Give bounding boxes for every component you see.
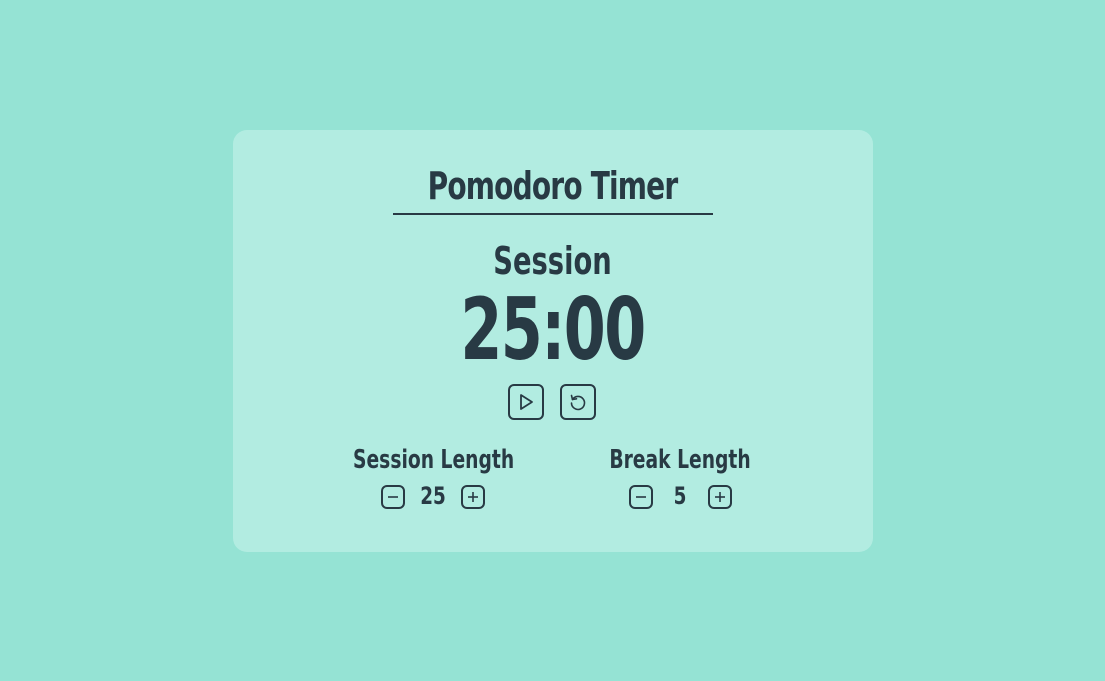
- reset-icon: [568, 392, 588, 412]
- session-decrement-button[interactable]: [381, 485, 405, 509]
- break-increment-button[interactable]: [708, 485, 732, 509]
- minus-icon: [634, 490, 648, 504]
- break-length-value: 5: [673, 482, 687, 510]
- title-underline: [393, 213, 713, 215]
- session-length-value: 25: [420, 482, 446, 510]
- app-title: Pomodoro Timer: [427, 164, 679, 208]
- plus-icon: [466, 490, 480, 504]
- break-length-label: Break Length: [609, 445, 751, 475]
- play-button[interactable]: [508, 384, 544, 420]
- break-decrement-button[interactable]: [629, 485, 653, 509]
- reset-button[interactable]: [560, 384, 596, 420]
- timer-mode-label: Session: [493, 239, 612, 283]
- plus-icon: [713, 490, 727, 504]
- session-increment-button[interactable]: [461, 485, 485, 509]
- session-length-label: Session Length: [353, 445, 515, 475]
- minus-icon: [386, 490, 400, 504]
- play-icon: [517, 393, 535, 411]
- timer-display: 25:00: [460, 280, 646, 380]
